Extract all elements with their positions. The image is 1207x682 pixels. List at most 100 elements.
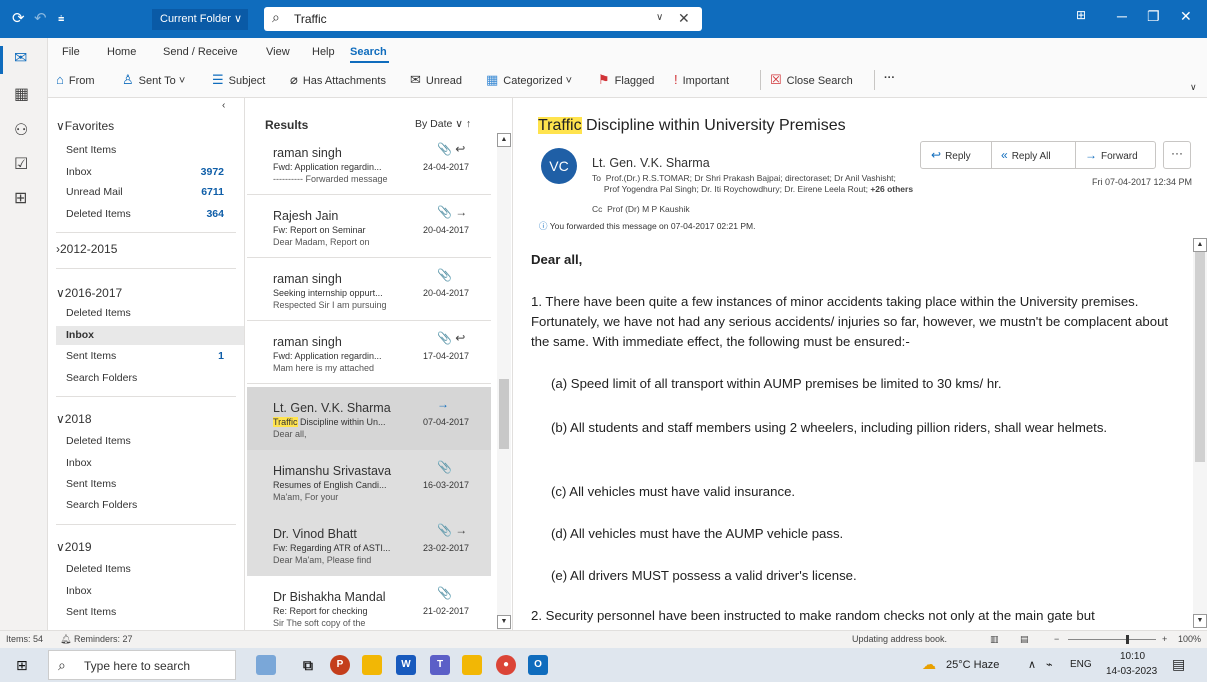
zoom-slider-handle[interactable]	[1126, 635, 1129, 644]
tab-file[interactable]: File	[62, 46, 80, 58]
has-attachments-button[interactable]: ⌀ Has Attachments	[290, 72, 386, 88]
favorites-inbox[interactable]: Inbox 3972	[66, 166, 236, 178]
coming-soon-icon[interactable]: ⊞	[1076, 8, 1086, 22]
search-input[interactable]: Traffic	[294, 12, 327, 26]
folder-group-2018[interactable]: ∨2018	[56, 412, 92, 426]
tray-overflow-icon[interactable]: ∧	[1028, 658, 1036, 671]
folder-group-2019[interactable]: ∨2019	[56, 540, 92, 554]
powerpoint-icon[interactable]: P	[330, 655, 350, 675]
collapse-pane-icon[interactable]: ‹	[222, 100, 225, 111]
chrome-icon[interactable]: ●	[496, 655, 516, 675]
subject-button[interactable]: ☰ Subject	[212, 72, 265, 88]
calendar-icon[interactable]: ▦	[14, 84, 29, 104]
taskbar-search[interactable]: ⌕ Type here to search	[48, 650, 236, 680]
tab-help[interactable]: Help	[312, 46, 335, 58]
reading-view-icon[interactable]: ▤	[1020, 634, 1029, 645]
clock-time[interactable]: 10:10	[1120, 651, 1145, 662]
word-icon[interactable]: W	[396, 655, 416, 675]
file-explorer-icon[interactable]	[362, 655, 382, 675]
outlook-icon[interactable]: O	[528, 655, 548, 675]
restore-button[interactable]: ❐	[1147, 8, 1160, 25]
apps-icon[interactable]: ⊞	[14, 188, 27, 208]
mail-icon[interactable]: ✉	[14, 48, 27, 68]
folder-deleted-items[interactable]: Deleted Items	[66, 435, 236, 447]
folder-search-folders[interactable]: Search Folders	[66, 499, 236, 511]
folder-group-2016-2017[interactable]: ∨2016-2017	[56, 286, 122, 300]
search-box[interactable]: ⌕ Traffic ∨ ✕	[264, 7, 702, 31]
message-item[interactable]: raman singh 📎 Seeking internship oppurt.…	[247, 258, 491, 321]
language-indicator[interactable]: ENG	[1070, 659, 1092, 670]
close-button[interactable]: ✕	[1180, 8, 1192, 25]
cc-recipients[interactable]: Cc Prof (Dr) M P Kaushik	[592, 204, 690, 214]
forward-button[interactable]: → Forward	[1085, 142, 1138, 168]
folder-icon[interactable]	[462, 655, 482, 675]
scroll-down-icon[interactable]: ▼	[497, 615, 511, 629]
tasks-icon[interactable]: ☑	[14, 154, 28, 174]
message-item[interactable]: Himanshu Srivastava 📎 Resumes of English…	[247, 450, 491, 513]
message-item[interactable]: Dr. Vinod Bhatt 📎 → Fw: Regarding ATR of…	[247, 513, 491, 576]
zoom-slider[interactable]	[1068, 639, 1156, 640]
zoom-level[interactable]: 100%	[1178, 634, 1201, 644]
message-item-selected[interactable]: Lt. Gen. V.K. Sharma → Traffic Disciplin…	[247, 387, 491, 450]
quick-access-dropdown-icon[interactable]: ⩧	[58, 10, 64, 28]
folder-sent-items[interactable]: Sent Items 1	[66, 350, 236, 362]
reply-button[interactable]: ↩ Reply	[931, 142, 971, 168]
reading-pane-scrollbar[interactable]: ▲ ▼	[1193, 238, 1207, 628]
clock-date[interactable]: 14-03-2023	[1106, 666, 1157, 677]
folder-inbox-selected[interactable]: Inbox	[56, 326, 244, 345]
reminders[interactable]: 🔔︎ Reminders: 27	[60, 634, 132, 645]
minimize-button[interactable]: ─	[1117, 8, 1127, 24]
flagged-button[interactable]: ⚑ Flagged	[598, 72, 654, 88]
message-item[interactable]: Dr Bishakha Mandal 📎 Re: Report for chec…	[247, 576, 491, 630]
scroll-up-icon[interactable]: ▲	[1193, 238, 1207, 252]
notifications-icon[interactable]: ▤	[1172, 656, 1185, 673]
search-highlight-icon[interactable]	[256, 655, 276, 675]
to-recipients[interactable]: To Prof.(Dr.) R.S.TOMAR; Dr Shri Prakash…	[592, 173, 992, 195]
folder-search-folders[interactable]: Search Folders	[66, 372, 236, 384]
folder-sent-items[interactable]: Sent Items	[66, 606, 236, 618]
undo-icon[interactable]: ↶	[34, 10, 47, 28]
sender-name[interactable]: Lt. Gen. V.K. Sharma	[592, 156, 710, 170]
folder-group-2012-2015[interactable]: ›2012-2015	[56, 242, 117, 256]
categorized-button[interactable]: ▦ Categorized ˅	[486, 72, 572, 88]
weather-text[interactable]: 25°C Haze	[946, 659, 999, 671]
search-scope-dropdown[interactable]: Current Folder ∨	[152, 9, 248, 30]
tab-search[interactable]: Search	[350, 46, 387, 58]
folder-deleted-items[interactable]: Deleted Items	[66, 307, 236, 319]
favorites-sent-items[interactable]: Sent Items	[66, 144, 236, 156]
normal-view-icon[interactable]: ▥	[990, 634, 999, 645]
ribbon-collapse-icon[interactable]: ∨	[1190, 82, 1197, 93]
favorites-header[interactable]: ∨Favorites	[56, 119, 114, 133]
more-actions-button[interactable]: ···	[1163, 141, 1191, 169]
scrollbar-thumb[interactable]	[499, 379, 509, 449]
sent-to-button[interactable]: ♙ Sent To ˅	[122, 72, 185, 88]
clear-search-icon[interactable]: ✕	[678, 10, 690, 27]
scroll-up-icon[interactable]: ▲	[497, 133, 511, 147]
scrollbar-thumb[interactable]	[1195, 252, 1205, 462]
reply-all-button[interactable]: «Reply All	[1001, 142, 1051, 168]
avatar[interactable]: VC	[541, 148, 577, 184]
task-view-icon[interactable]: ⧉	[298, 655, 318, 675]
people-icon[interactable]: ⚇	[14, 120, 28, 140]
favorites-deleted-items[interactable]: Deleted Items 364	[66, 208, 236, 220]
chevron-down-icon[interactable]: ∨	[656, 12, 663, 23]
folder-sent-items[interactable]: Sent Items	[66, 478, 236, 490]
message-list-scrollbar[interactable]: ▲ ▼	[497, 133, 511, 630]
folder-inbox[interactable]: Inbox	[66, 585, 236, 597]
tab-view[interactable]: View	[266, 46, 290, 58]
zoom-out-icon[interactable]: −	[1054, 634, 1059, 644]
unread-button[interactable]: ✉ Unread	[410, 72, 462, 88]
sync-icon[interactable]: ⟳	[12, 10, 25, 28]
scroll-down-icon[interactable]: ▼	[1193, 614, 1207, 628]
folder-deleted-items[interactable]: Deleted Items	[66, 563, 236, 575]
windows-start-icon[interactable]: ⊞	[16, 657, 28, 674]
from-button[interactable]: ⌂ From	[56, 72, 95, 87]
zoom-in-icon[interactable]: +	[1162, 634, 1167, 644]
network-icon[interactable]: ⌁	[1046, 658, 1053, 671]
close-search-button[interactable]: ☒ Close Search	[770, 72, 853, 88]
message-item[interactable]: Rajesh Jain 📎 → Fw: Report on Seminar 20…	[247, 195, 491, 258]
tab-home[interactable]: Home	[107, 46, 136, 58]
folder-inbox[interactable]: Inbox	[66, 457, 236, 469]
more-options-button[interactable]: ···	[884, 72, 895, 84]
important-button[interactable]: ! Important	[674, 72, 729, 87]
